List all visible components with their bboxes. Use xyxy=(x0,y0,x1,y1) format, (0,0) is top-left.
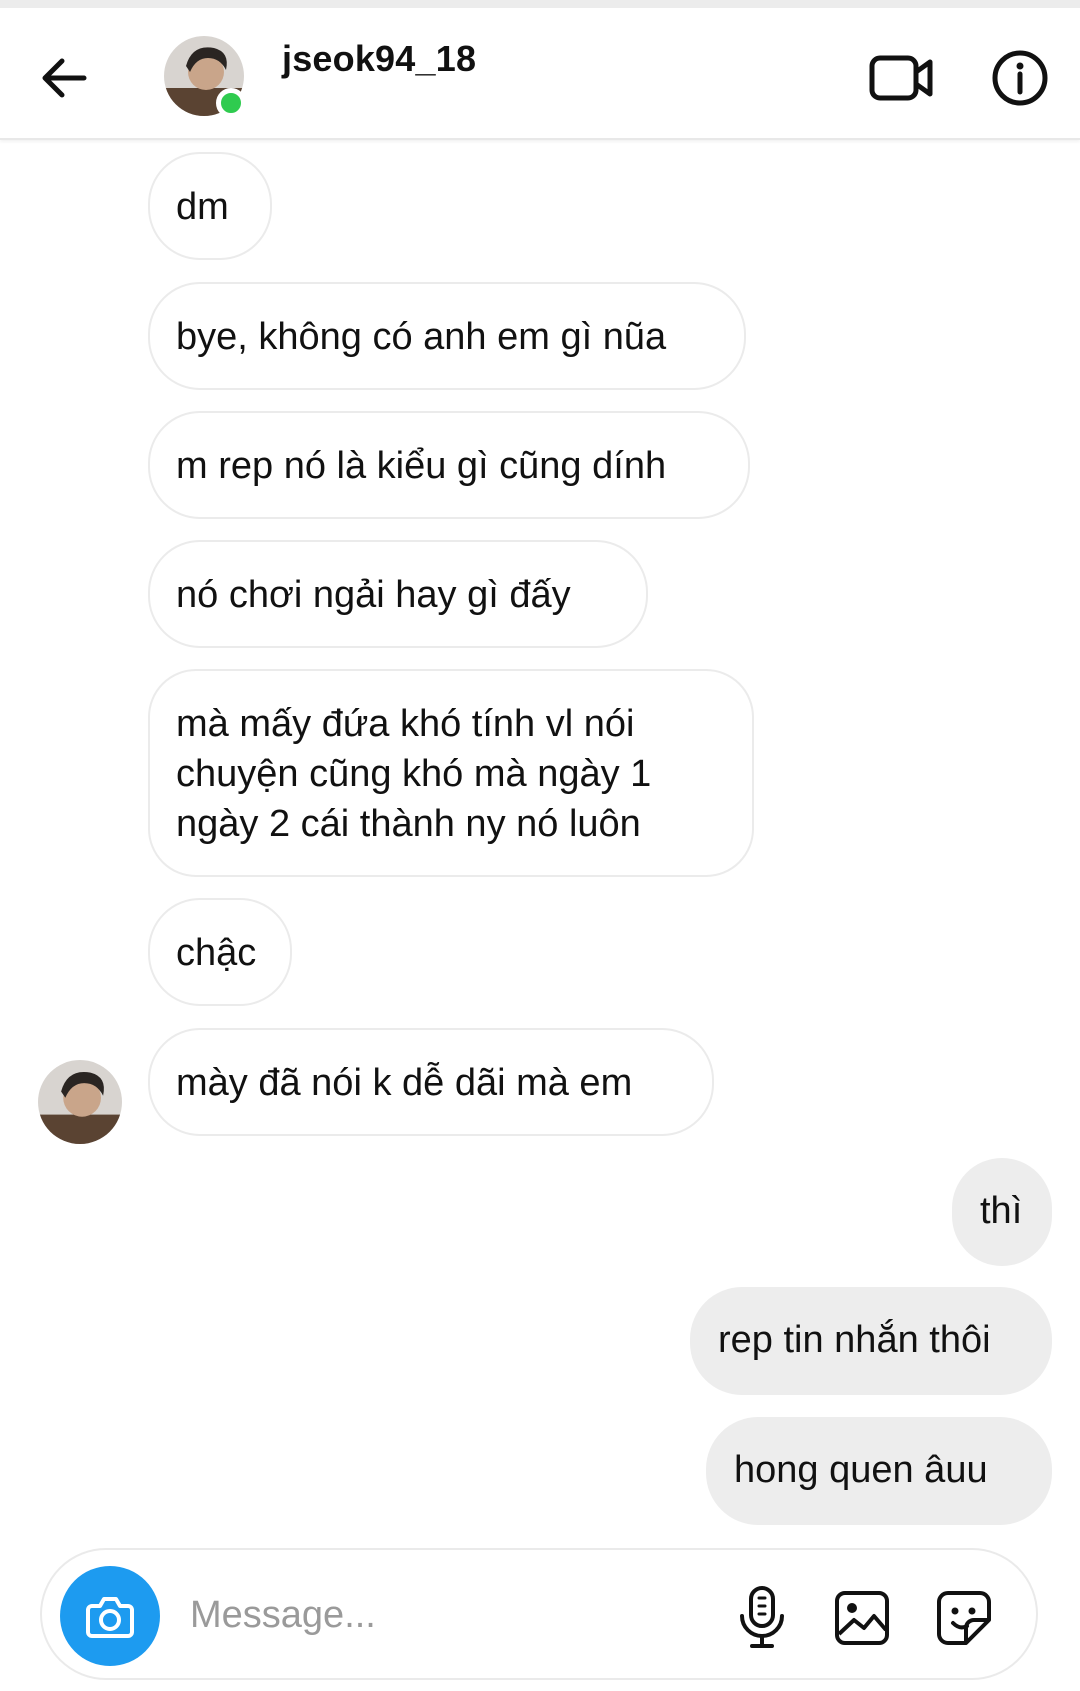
sticker-icon xyxy=(937,1591,991,1645)
gallery-button[interactable] xyxy=(832,1588,892,1648)
message-bubble-incoming[interactable]: bye, không có anh em gì nũa xyxy=(148,282,746,390)
status-bar-strip xyxy=(0,0,1080,8)
back-button[interactable] xyxy=(36,50,92,106)
message-composer xyxy=(40,1548,1038,1680)
online-indicator xyxy=(216,88,246,118)
contact-username[interactable]: jseok94_18 xyxy=(282,38,476,80)
message-bubble-incoming[interactable]: nó chơi ngải hay gì đấy xyxy=(148,540,648,648)
video-camera-icon xyxy=(869,55,933,101)
info-circle-icon xyxy=(992,50,1048,106)
arrow-left-icon xyxy=(42,58,87,98)
message-bubble-incoming[interactable]: mà mấy đứa khó tính vl nói chuyện cũng k… xyxy=(148,669,754,877)
camera-button[interactable] xyxy=(60,1566,160,1666)
sender-avatar[interactable] xyxy=(38,1060,122,1144)
camera-icon xyxy=(86,1597,134,1638)
message-bubble-outgoing[interactable]: hong quen âuu xyxy=(706,1417,1052,1525)
voice-message-button[interactable] xyxy=(732,1584,792,1650)
image-icon xyxy=(835,1591,889,1645)
sticker-button[interactable] xyxy=(934,1588,994,1648)
message-input[interactable] xyxy=(190,1580,690,1650)
message-bubble-incoming[interactable]: m rep nó là kiểu gì cũng dính xyxy=(148,411,750,519)
message-bubble-outgoing[interactable]: thì xyxy=(952,1158,1052,1266)
video-call-button[interactable] xyxy=(868,48,936,108)
contact-avatar[interactable] xyxy=(164,36,246,118)
message-bubble-incoming[interactable]: chậc xyxy=(148,898,292,1006)
chat-screen: jseok94_18 dm bye, không có anh em gì nũ… xyxy=(0,0,1080,1691)
microphone-icon xyxy=(740,1586,784,1648)
message-bubble-outgoing[interactable]: rep tin nhắn thôi xyxy=(690,1287,1052,1395)
message-bubble-incoming[interactable]: mày đã nói k dễ dãi mà em xyxy=(148,1028,714,1136)
chat-header: jseok94_18 xyxy=(0,8,1080,140)
info-button[interactable] xyxy=(990,48,1050,108)
message-bubble-incoming[interactable]: dm xyxy=(148,152,272,260)
